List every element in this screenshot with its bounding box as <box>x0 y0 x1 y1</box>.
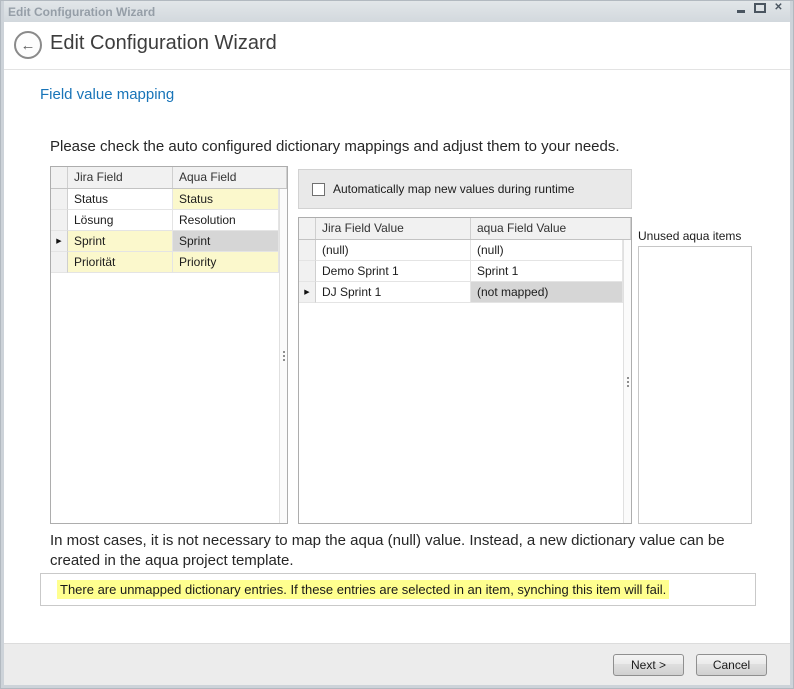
unused-aqua-items-list[interactable] <box>638 246 752 524</box>
table-row[interactable]: Status Status <box>51 189 279 210</box>
instruction-text: Please check the auto configured diction… <box>50 138 620 155</box>
back-button[interactable]: ← <box>14 31 42 59</box>
wizard-content: ← Edit Configuration Wizard Field value … <box>4 22 790 685</box>
runtime-mapping-panel: Automatically map new values during runt… <box>298 169 632 209</box>
unused-aqua-items-label: Unused aqua items <box>638 229 741 243</box>
vertical-scrollbar[interactable] <box>623 240 631 523</box>
row-selector[interactable] <box>51 252 68 273</box>
maximize-button[interactable] <box>751 1 768 15</box>
cell-jira-field[interactable]: Status <box>68 189 173 210</box>
row-selector[interactable] <box>299 240 316 261</box>
wizard-header: ← Edit Configuration Wizard <box>4 22 790 70</box>
cell-jira-value[interactable]: DJ Sprint 1 <box>316 282 471 303</box>
auto-map-checkbox[interactable] <box>312 183 325 196</box>
column-header-aqua-field[interactable]: Aqua Field <box>173 167 287 188</box>
field-mapping-table-body: Status Status Lösung Resolution ▶ Sprint… <box>51 189 287 523</box>
column-header-aqua-field-value[interactable]: aqua Field Value <box>471 218 631 239</box>
cell-aqua-field[interactable]: Status <box>173 189 279 210</box>
warning-box: There are unmapped dictionary entries. I… <box>40 573 756 606</box>
scroll-grip-icon <box>627 377 629 387</box>
row-selector-header <box>51 167 68 188</box>
edit-configuration-wizard-window: Edit Configuration Wizard ✕ ← Edit Confi… <box>0 0 794 689</box>
field-mapping-table: Jira Field Aqua Field Status Status Lösu… <box>50 166 288 524</box>
cell-jira-field[interactable]: Lösung <box>68 210 173 231</box>
cell-aqua-value[interactable]: Sprint 1 <box>471 261 623 282</box>
value-mapping-table: Jira Field Value aqua Field Value (null)… <box>298 217 632 524</box>
row-selector[interactable]: ▶ <box>51 231 68 252</box>
current-row-arrow-icon: ▶ <box>56 238 61 245</box>
page-title: Edit Configuration Wizard <box>50 32 277 55</box>
row-selector[interactable] <box>299 261 316 282</box>
value-mapping-table-header: Jira Field Value aqua Field Value <box>299 218 631 240</box>
vertical-scrollbar[interactable] <box>279 189 287 523</box>
cell-jira-field[interactable]: Priorität <box>68 252 173 273</box>
cell-jira-value[interactable]: (null) <box>316 240 471 261</box>
window-titlebar[interactable]: Edit Configuration Wizard ✕ <box>4 1 790 22</box>
table-row-current[interactable]: ▶ Sprint Sprint <box>51 231 279 252</box>
field-mapping-table-header: Jira Field Aqua Field <box>51 167 287 189</box>
note-text: In most cases, it is not necessary to ma… <box>50 531 762 571</box>
window-title: Edit Configuration Wizard <box>4 5 155 19</box>
section-title: Field value mapping <box>40 86 174 103</box>
minimize-button[interactable] <box>732 1 749 15</box>
table-row[interactable]: Priorität Priority <box>51 252 279 273</box>
table-row-current[interactable]: ▶ DJ Sprint 1 (not mapped) <box>299 282 623 303</box>
row-selector-header <box>299 218 316 239</box>
column-header-jira-field[interactable]: Jira Field <box>68 167 173 188</box>
close-icon: ✕ <box>774 3 782 13</box>
cell-aqua-field[interactable]: Resolution <box>173 210 279 231</box>
footer-bar: Next > Cancel <box>4 643 790 685</box>
warning-text: There are unmapped dictionary entries. I… <box>57 580 669 599</box>
cell-aqua-field[interactable]: Sprint <box>173 231 279 252</box>
scroll-grip-icon <box>283 351 285 361</box>
close-button[interactable]: ✕ <box>770 1 787 15</box>
table-row[interactable]: (null) (null) <box>299 240 623 261</box>
cell-aqua-field[interactable]: Priority <box>173 252 279 273</box>
back-arrow-icon: ← <box>21 37 36 54</box>
auto-map-checkbox-label: Automatically map new values during runt… <box>333 182 574 196</box>
current-row-arrow-icon: ▶ <box>304 289 309 296</box>
cell-aqua-value[interactable]: (null) <box>471 240 623 261</box>
row-selector[interactable] <box>51 210 68 231</box>
table-row[interactable]: Demo Sprint 1 Sprint 1 <box>299 261 623 282</box>
table-row[interactable]: Lösung Resolution <box>51 210 279 231</box>
cell-jira-value[interactable]: Demo Sprint 1 <box>316 261 471 282</box>
column-header-jira-field-value[interactable]: Jira Field Value <box>316 218 471 239</box>
value-mapping-table-body: (null) (null) Demo Sprint 1 Sprint 1 ▶ D… <box>299 240 631 523</box>
maximize-icon <box>754 3 766 13</box>
row-selector[interactable] <box>51 189 68 210</box>
row-selector[interactable]: ▶ <box>299 282 316 303</box>
cell-aqua-value[interactable]: (not mapped) <box>471 282 623 303</box>
cancel-button[interactable]: Cancel <box>696 654 767 676</box>
minimize-icon <box>737 10 745 13</box>
cell-jira-field[interactable]: Sprint <box>68 231 173 252</box>
next-button[interactable]: Next > <box>613 654 684 676</box>
window-controls: ✕ <box>732 1 787 15</box>
